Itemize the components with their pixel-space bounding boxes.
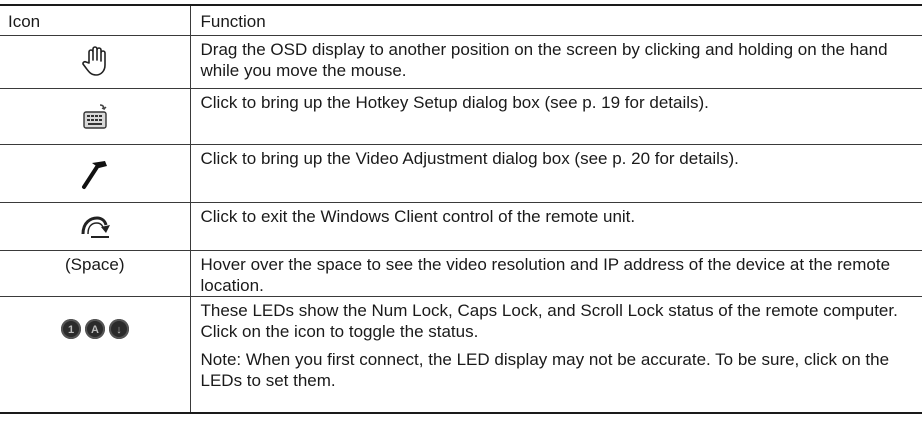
lock-leds-icon: 1 A ↓ [60, 319, 129, 339]
function-cell: Hover over the space to see the video re… [189, 250, 922, 297]
keyboard-icon [83, 103, 107, 129]
icon-function-table: Icon Function Drag the OSD display to an… [0, 4, 922, 414]
caps-lock-led: A [84, 319, 105, 339]
table-row: 1 A ↓ These LEDs show the Num Lock, Caps… [0, 296, 922, 413]
icon-column-header: Icon [8, 12, 41, 31]
table-row: Drag the OSD display to another position… [0, 35, 922, 89]
function-cell: Click to bring up the Video Adjustment d… [189, 144, 922, 203]
scroll-lock-led: ↓ [108, 319, 129, 339]
table-header-row: Icon Function [0, 5, 922, 36]
icon-cell [0, 89, 190, 145]
function-text: Click to bring up the Hotkey Setup dialo… [200, 93, 709, 112]
icon-cell: 1 A ↓ [0, 297, 190, 413]
note-text: Note: When you first connect, the LED di… [200, 350, 890, 390]
scroll-lock-led-label: ↓ [116, 324, 122, 336]
hand-icon [81, 46, 106, 76]
num-lock-led: 1 [60, 319, 81, 339]
function-column-header: Function [189, 5, 922, 36]
function-text: Hover over the space to see the video re… [200, 255, 891, 295]
function-text: Click to bring up the Video Adjustment d… [200, 149, 739, 168]
icon-cell [0, 203, 190, 251]
table-row: (Space) Hover over the space to see the … [0, 250, 922, 297]
function-cell: Drag the OSD display to another position… [189, 35, 922, 89]
hammer-icon [81, 160, 107, 189]
num-lock-led-label: 1 [68, 324, 74, 336]
caps-lock-led-label: A [91, 324, 99, 336]
table-row: Click to exit the Windows Client control… [0, 202, 922, 251]
space-label: (Space) [64, 255, 125, 274]
function-cell: Click to bring up the Hotkey Setup dialo… [189, 88, 922, 145]
exit-arrow-icon [81, 215, 110, 238]
table-row: Click to bring up the Hotkey Setup dialo… [0, 88, 922, 145]
function-text: These LEDs show the Num Lock, Caps Lock,… [200, 301, 898, 341]
function-text: Drag the OSD display to another position… [200, 40, 888, 80]
icon-cell [0, 36, 190, 89]
icon-cell [0, 145, 190, 203]
function-cell: Click to exit the Windows Client control… [189, 202, 922, 251]
function-text: Click to exit the Windows Client control… [200, 207, 636, 226]
function-cell: These LEDs show the Num Lock, Caps Lock,… [189, 296, 922, 413]
table-row: Click to bring up the Video Adjustment d… [0, 144, 922, 203]
